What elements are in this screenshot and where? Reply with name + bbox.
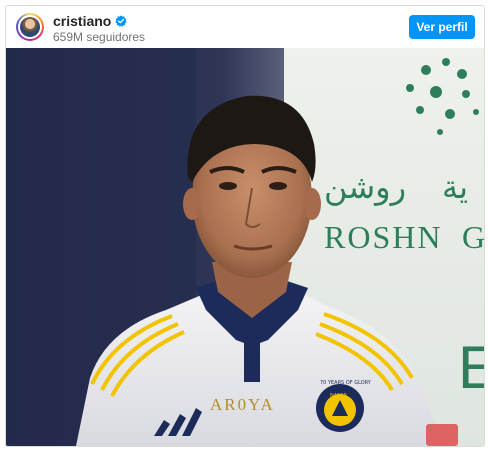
jersey-placket [244,342,260,382]
post-header: cristiano 659M seguidores Ver perfil [6,6,484,48]
crest-name-text: NASSR [330,393,348,399]
sign-arabic-text: روشن [324,168,406,206]
username-row: cristiano [53,13,127,29]
follower-count: 659M seguidores [53,30,146,44]
avatar-photo [20,17,40,37]
sign-arabic-text-2: ية [442,168,468,206]
sign-partial-letter: E [458,334,484,401]
verified-badge-icon [115,15,127,27]
avatar-ring [18,15,42,39]
sign-latin-text: ROSHN [324,219,442,255]
sleeve-patch [426,424,458,446]
jersey-sponsor: AR0YA [210,395,275,414]
club-crest [316,384,364,432]
post-photo: روشن ية ROSHN G E [6,48,484,446]
view-profile-button[interactable]: Ver perfil [409,15,475,39]
sign-latin-text-2: G [462,219,484,255]
username[interactable]: cristiano [53,13,111,29]
avatar[interactable] [16,13,44,41]
embedded-post-card: cristiano 659M seguidores Ver perfil روش… [5,5,485,447]
crest-top-text: 70 YEARS OF GLORY [320,380,372,386]
post-image: روشن ية ROSHN G E [6,48,484,446]
